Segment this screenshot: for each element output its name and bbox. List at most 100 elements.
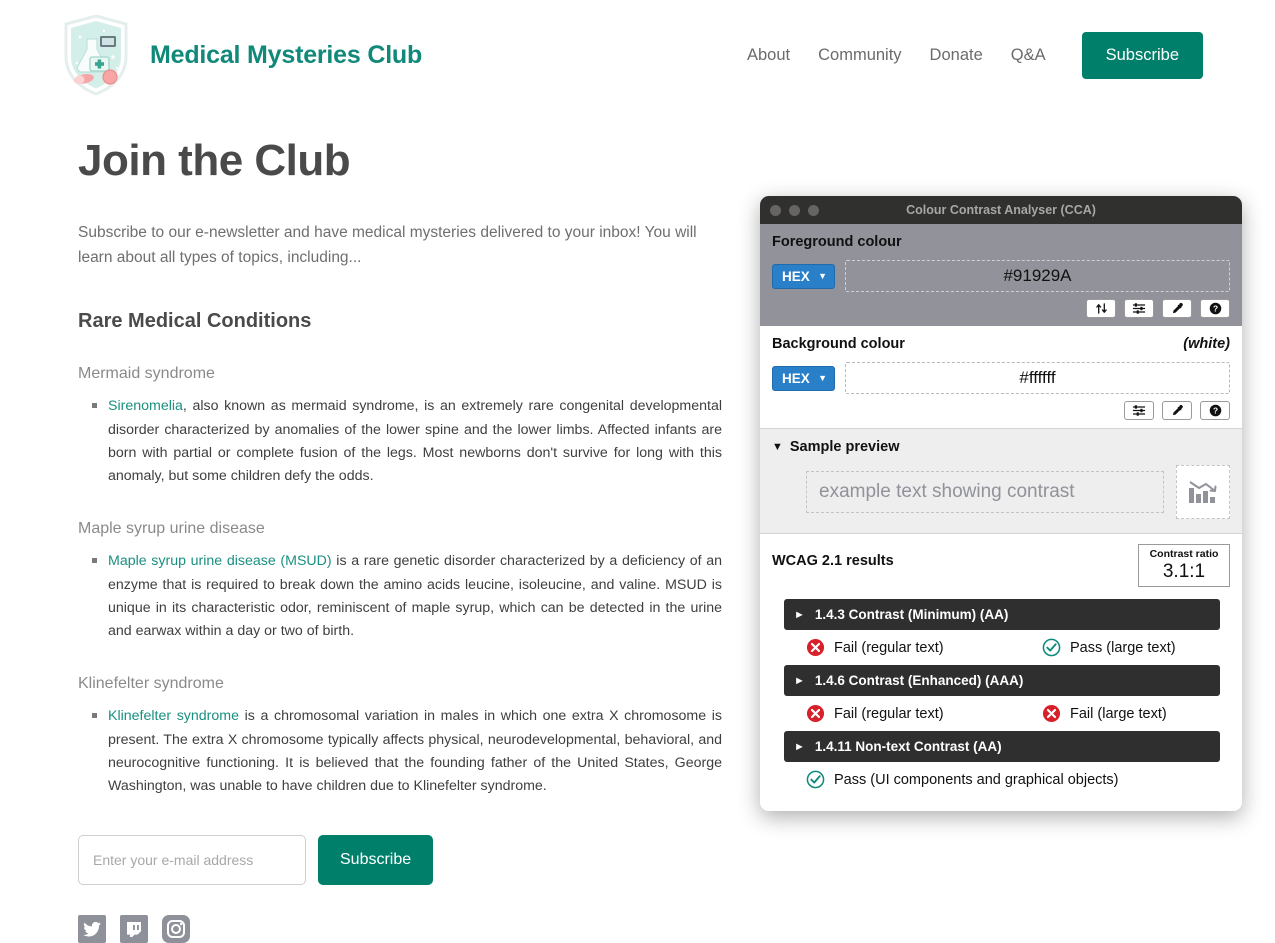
- brand[interactable]: Medical Mysteries Club: [60, 13, 422, 97]
- intro-paragraph: Subscribe to our e-newsletter and have m…: [78, 224, 697, 267]
- contrast-ratio-caption: Contrast ratio: [1149, 548, 1219, 560]
- criterion-title: 1.4.6 Contrast (Enhanced) (AAA): [814, 673, 1024, 689]
- result-large-text: Fail (large text): [1042, 704, 1167, 723]
- criterion-title: 1.4.11 Non-text Contrast (AA): [814, 739, 1002, 755]
- result-text: Pass (UI components and graphical object…: [834, 771, 1119, 788]
- adjust-sliders-icon[interactable]: [1124, 401, 1154, 420]
- medical-mysteries-shield-logo: [64, 14, 128, 96]
- brand-title: Medical Mysteries Club: [150, 40, 423, 69]
- background-hex-input[interactable]: [845, 362, 1230, 394]
- contrast-ratio-value: 3.1:1: [1162, 560, 1206, 582]
- cca-window: Colour Contrast Analyser (CCA) Foregroun…: [760, 196, 1242, 812]
- foreground-label: Foreground colour: [772, 234, 902, 250]
- subscribe-nav-button[interactable]: Subscribe: [1081, 31, 1203, 79]
- triangle-down-icon: ▼: [772, 441, 783, 453]
- page-title: Join the Club: [78, 136, 351, 185]
- result-text: Fail (large text): [1070, 705, 1167, 722]
- cca-window-title: Colour Contrast Analyser (CCA): [906, 203, 1096, 217]
- background-tool-buttons: ?: [772, 401, 1230, 420]
- wcag-results-label: WCAG 2.1 results: [772, 553, 894, 569]
- result-text: Pass (large text): [1070, 639, 1176, 656]
- eyedropper-icon[interactable]: [1162, 401, 1192, 420]
- result-regular-text: Fail (regular text): [806, 638, 1042, 657]
- background-format-select-wrap: HEX ▼: [772, 365, 835, 391]
- condition-link-msud[interactable]: Maple syrup urine disease (MSUD): [108, 553, 332, 569]
- criterion-1-4-11-toggle[interactable]: ► 1.4.11 Non-text Contrast (AA): [784, 731, 1220, 763]
- subscribe-form-button[interactable]: Subscribe: [318, 834, 434, 885]
- condition-heading-klinefelter: Klinefelter syndrome: [78, 675, 224, 693]
- fail-icon: [1042, 705, 1061, 723]
- wcag-header: WCAG 2.1 results Contrast ratio 3.1:1: [772, 544, 1230, 588]
- swap-colours-icon[interactable]: [1086, 299, 1116, 318]
- fail-icon: [806, 705, 825, 723]
- instagram-icon[interactable]: [162, 914, 190, 943]
- close-window-icon[interactable]: [770, 204, 781, 216]
- contrast-ratio-box: Contrast ratio 3.1:1: [1138, 544, 1230, 588]
- background-field-row: HEX ▼: [772, 362, 1230, 394]
- nav-item-donate[interactable]: Donate: [930, 46, 983, 65]
- condition-body: , also known as mermaid syndrome, is an …: [108, 398, 722, 485]
- background-note: (white): [1183, 336, 1230, 352]
- sample-text-input[interactable]: [806, 471, 1164, 513]
- list-item: Klinefelter syndrome is a chromosomal va…: [92, 705, 722, 798]
- foreground-format-select-wrap: HEX ▼: [772, 263, 835, 289]
- condition-list-mermaid: Sirenomelia, also known as mermaid syndr…: [78, 395, 722, 488]
- condition-list-klinefelter: Klinefelter syndrome is a chromosomal va…: [78, 705, 722, 798]
- background-label: Background colour: [772, 336, 905, 352]
- adjust-sliders-icon[interactable]: [1124, 299, 1154, 318]
- help-icon[interactable]: ?: [1200, 299, 1230, 318]
- condition-link-sirenomelia[interactable]: Sirenomelia: [108, 398, 183, 414]
- eyedropper-icon[interactable]: [1162, 299, 1192, 318]
- sample-preview-section: ▼ Sample preview: [760, 428, 1242, 534]
- nav-item-qa[interactable]: Q&A: [1011, 46, 1046, 65]
- foreground-format-select[interactable]: HEX: [772, 263, 835, 289]
- background-format-select[interactable]: HEX: [772, 365, 835, 391]
- help-icon[interactable]: ?: [1200, 401, 1230, 420]
- twitter-icon[interactable]: [78, 914, 106, 943]
- social-links: [78, 914, 660, 943]
- main-content: Join the Club Subscribe to our e-newslet…: [0, 96, 722, 943]
- svg-text:?: ?: [1212, 406, 1217, 416]
- pass-icon: [1042, 639, 1061, 657]
- foreground-section: Foreground colour HEX ▼ ?: [760, 224, 1242, 326]
- background-header: Background colour (white): [772, 336, 1230, 352]
- email-input[interactable]: [78, 834, 306, 885]
- list-item: Maple syrup urine disease (MSUD) is a ra…: [92, 550, 722, 643]
- minimize-window-icon[interactable]: [789, 204, 800, 216]
- result-regular-text: Fail (regular text): [806, 704, 1042, 723]
- sample-preview-header[interactable]: ▼ Sample preview: [772, 439, 1230, 455]
- result-ui-components: Pass (UI components and graphical object…: [806, 770, 1119, 789]
- triangle-right-icon: ►: [794, 608, 805, 621]
- nav-item-about[interactable]: About: [747, 46, 790, 65]
- newsletter-form: Subscribe: [78, 834, 660, 885]
- criterion-1-4-3-results: Fail (regular text) Pass (large text): [784, 630, 1220, 665]
- foreground-header: Foreground colour: [772, 234, 1230, 250]
- wcag-results-section: WCAG 2.1 results Contrast ratio 3.1:1 ► …: [760, 534, 1242, 812]
- sample-preview-label: Sample preview: [789, 439, 900, 455]
- criterion-title: 1.4.3 Contrast (Minimum) (AA): [814, 607, 1009, 623]
- foreground-hex-input[interactable]: [845, 260, 1230, 292]
- maximize-window-icon[interactable]: [808, 204, 819, 216]
- cca-titlebar[interactable]: Colour Contrast Analyser (CCA): [760, 196, 1242, 224]
- foreground-field-row: HEX ▼: [772, 260, 1230, 292]
- site-header: Medical Mysteries Club About Community D…: [0, 0, 1275, 96]
- condition-list-msud: Maple syrup urine disease (MSUD) is a ra…: [78, 550, 722, 643]
- criterion-1-4-3-toggle[interactable]: ► 1.4.3 Contrast (Minimum) (AA): [784, 599, 1220, 631]
- section-title-rare-conditions: Rare Medical Conditions: [78, 310, 312, 333]
- condition-heading-msud: Maple syrup urine disease: [78, 520, 265, 538]
- criterion-1-4-11-results: Pass (UI components and graphical object…: [784, 762, 1220, 797]
- condition-link-klinefelter[interactable]: Klinefelter syndrome: [108, 708, 239, 724]
- triangle-right-icon: ►: [794, 674, 805, 687]
- condition-heading-mermaid: Mermaid syndrome: [78, 365, 215, 383]
- list-item: Sirenomelia, also known as mermaid syndr…: [92, 395, 722, 488]
- criterion-1-4-6-toggle[interactable]: ► 1.4.6 Contrast (Enhanced) (AAA): [784, 665, 1220, 697]
- foreground-tool-buttons: ?: [772, 299, 1230, 318]
- window-controls: [770, 204, 819, 216]
- nav-item-community[interactable]: Community: [818, 46, 901, 65]
- triangle-right-icon: ►: [794, 740, 805, 753]
- twitch-icon[interactable]: [120, 914, 148, 943]
- result-text: Fail (regular text): [834, 705, 944, 722]
- main-nav: About Community Donate Q&A Subscribe: [747, 31, 1203, 79]
- result-large-text: Pass (large text): [1042, 638, 1176, 657]
- criteria-list: ► 1.4.3 Contrast (Minimum) (AA) Fail (re…: [772, 599, 1230, 797]
